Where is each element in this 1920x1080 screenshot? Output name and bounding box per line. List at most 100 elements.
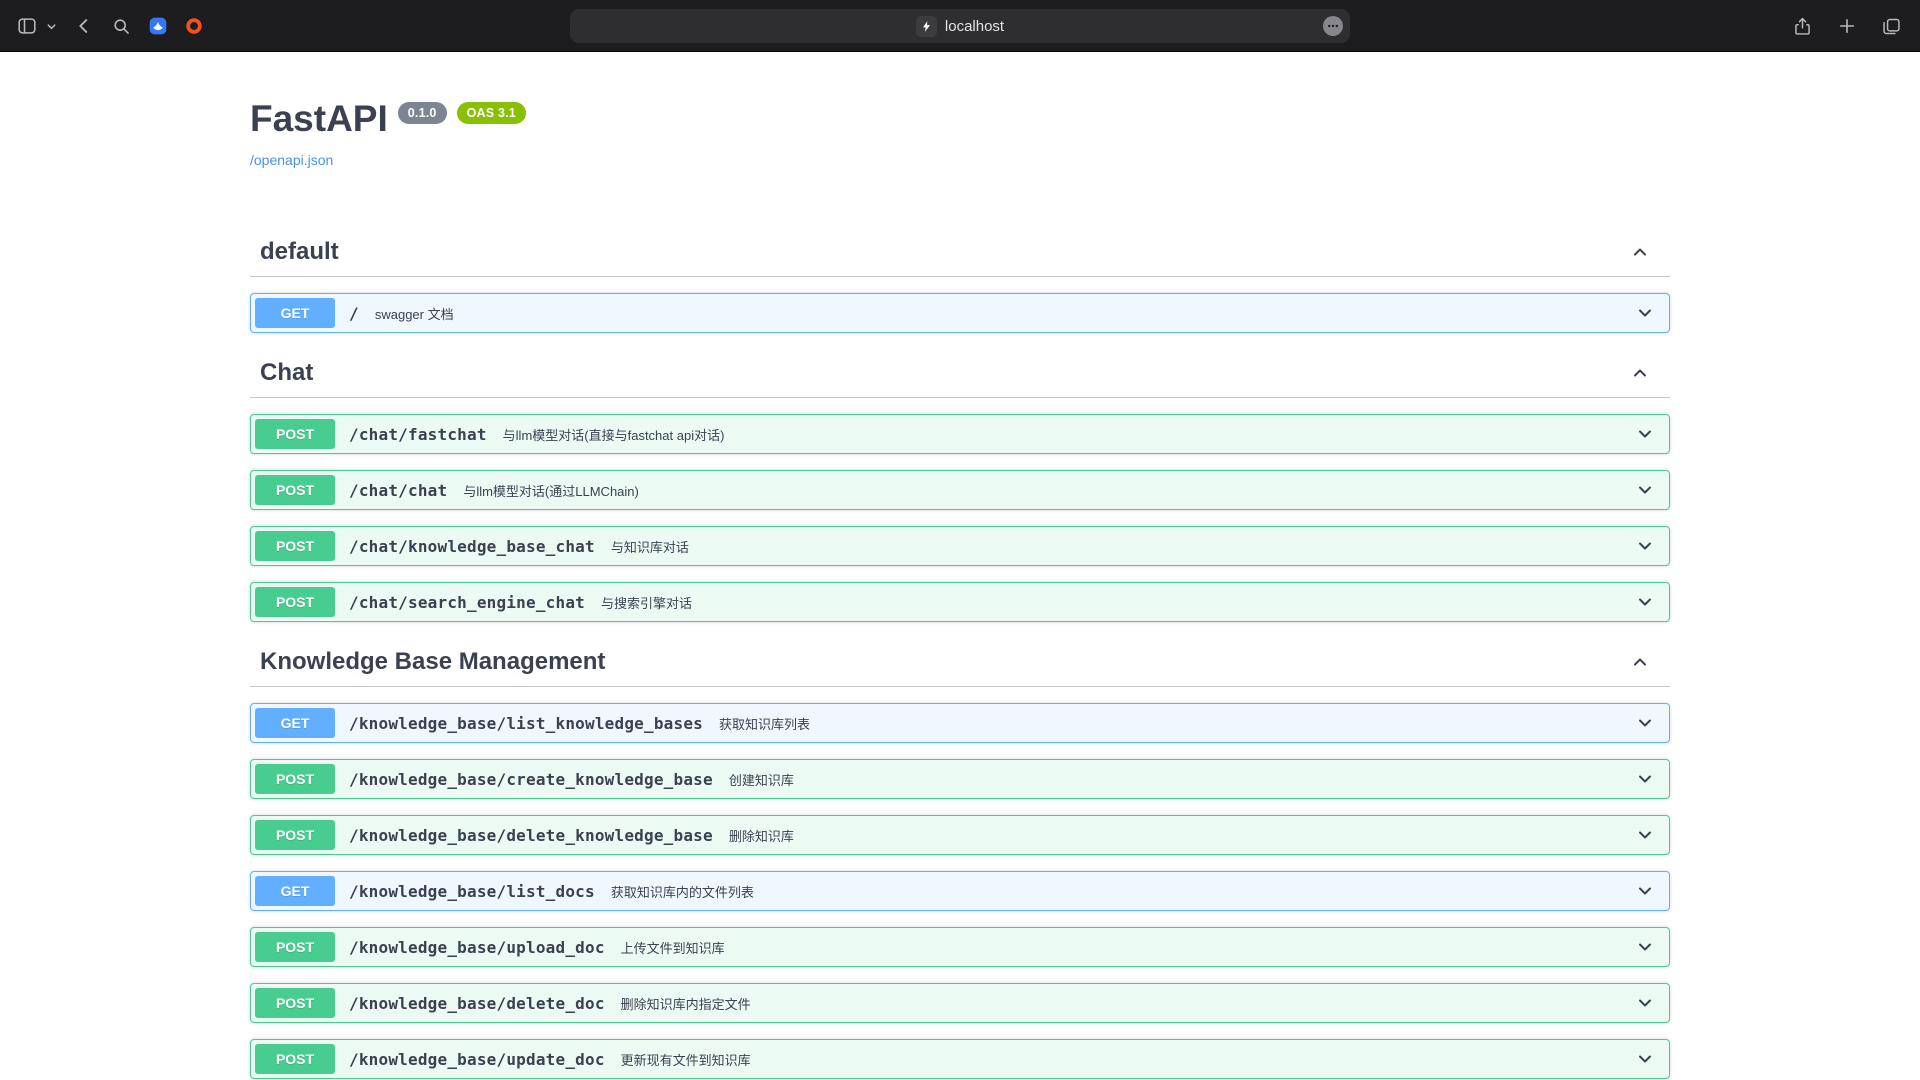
- expand-operation-button[interactable]: [1625, 881, 1665, 901]
- toolbar-right-group: [1792, 0, 1902, 52]
- section-title: Chat: [260, 359, 313, 387]
- operation-path: /: [349, 304, 359, 323]
- operation-summary: 创建知识库: [729, 770, 794, 789]
- chevron-up-icon: [1630, 363, 1650, 383]
- chevron-down-icon: [1635, 713, 1655, 733]
- url-bar[interactable]: localhost: [570, 9, 1350, 43]
- operation-row[interactable]: POST/chat/search_engine_chat与搜索引擎对话: [250, 582, 1670, 622]
- operation-path: /chat/knowledge_base_chat: [349, 537, 595, 556]
- chevron-up-icon: [1630, 652, 1650, 672]
- page-menu-ellipsis-icon[interactable]: [1323, 16, 1343, 36]
- share-icon[interactable]: [1792, 16, 1813, 37]
- section-header[interactable]: default: [250, 228, 1670, 277]
- collapse-section-button[interactable]: [1630, 652, 1650, 672]
- api-sections: default GET / swagger 文档 Chat POST/chat/fastc…: [250, 228, 1670, 1080]
- operation-path: /knowledge_base/delete_knowledge_base: [349, 826, 713, 845]
- operation-path: /chat/fastchat: [349, 425, 487, 444]
- expand-operation-button[interactable]: [1625, 937, 1665, 957]
- sidebar-icon[interactable]: [16, 15, 38, 37]
- site-favicon: [916, 16, 937, 37]
- chevron-down-icon: [1635, 303, 1655, 323]
- operation-row[interactable]: POST/chat/chat与llm模型对话(通过LLMChain): [250, 470, 1670, 510]
- operation-summary: 获取知识库内的文件列表: [611, 882, 754, 901]
- method-badge: POST: [255, 475, 335, 505]
- extension-orange-icon[interactable]: [184, 16, 204, 36]
- operation-row[interactable]: POST/knowledge_base/delete_knowledge_bas…: [250, 815, 1670, 855]
- collapse-section-button[interactable]: [1630, 363, 1650, 383]
- expand-operation-button[interactable]: [1625, 825, 1665, 845]
- oas-badge: OAS 3.1: [457, 102, 526, 124]
- search-icon[interactable]: [111, 16, 132, 37]
- operation-row[interactable]: POST/chat/fastchat 与llm模型对话(直接与fastchat a…: [250, 414, 1670, 454]
- section-title: default: [260, 238, 339, 266]
- expand-operation-button[interactable]: [1625, 1049, 1665, 1069]
- section-header[interactable]: Knowledge Base Management: [250, 638, 1670, 687]
- tab-overview-icon[interactable]: [1881, 16, 1902, 37]
- method-badge: POST: [255, 419, 335, 449]
- operation-path: /knowledge_base/upload_doc: [349, 938, 605, 957]
- operation-summary: 更新现有文件到知识库: [621, 1050, 751, 1069]
- operation-summary: 与llm模型对话(直接与fastchat api对话): [503, 425, 725, 444]
- new-tab-icon[interactable]: [1837, 16, 1857, 36]
- operation-row[interactable]: POST/chat/knowledge_base_chat与知识库对话: [250, 526, 1670, 566]
- chevron-down-icon: [1635, 769, 1655, 789]
- openapi-spec-link[interactable]: /openapi.json: [250, 152, 333, 168]
- chevron-down-icon: [1635, 536, 1655, 556]
- operation-row[interactable]: GET/knowledge_base/list_knowledge_bases 获…: [250, 703, 1670, 743]
- operation-row[interactable]: POST/knowledge_base/delete_doc 删除知识库内指定文件: [250, 983, 1670, 1023]
- operation-summary: 删除知识库内指定文件: [621, 994, 751, 1013]
- method-badge: POST: [255, 820, 335, 850]
- chevron-up-icon: [1630, 242, 1650, 262]
- operation-path: /knowledge_base/create_knowledge_base: [349, 770, 713, 789]
- method-badge: GET: [255, 708, 335, 738]
- url-center: localhost: [916, 16, 1004, 37]
- expand-operation-button[interactable]: [1625, 769, 1665, 789]
- chevron-down-icon: [1635, 881, 1655, 901]
- url-text: localhost: [945, 18, 1004, 35]
- extension-blue-icon[interactable]: [148, 16, 168, 36]
- operation-row[interactable]: POST/knowledge_base/create_knowledge_bas…: [250, 759, 1670, 799]
- method-badge: POST: [255, 1044, 335, 1074]
- expand-operation-button[interactable]: [1625, 993, 1665, 1013]
- toolbar-left-group: [16, 0, 204, 52]
- operation-path: /knowledge_base/delete_doc: [349, 994, 605, 1013]
- operation-summary: 获取知识库列表: [719, 714, 810, 733]
- chevron-down-icon[interactable]: [46, 21, 57, 32]
- section-header[interactable]: Chat: [250, 349, 1670, 398]
- collapse-section-button[interactable]: [1630, 242, 1650, 262]
- operation-summary: swagger 文档: [375, 304, 454, 323]
- api-section: Knowledge Base Management GET/knowledge_b…: [250, 638, 1670, 1080]
- method-badge: POST: [255, 587, 335, 617]
- operation-row[interactable]: POST/knowledge_base/upload_doc 上传文件到知识库: [250, 927, 1670, 967]
- operation-summary: 与搜索引擎对话: [601, 593, 692, 612]
- expand-operation-button[interactable]: [1625, 303, 1665, 323]
- operation-row[interactable]: GET / swagger 文档: [250, 293, 1670, 333]
- api-title-text: FastAPI: [250, 98, 388, 140]
- expand-operation-button[interactable]: [1625, 424, 1665, 444]
- chevron-down-icon: [1635, 993, 1655, 1013]
- expand-operation-button[interactable]: [1625, 536, 1665, 556]
- api-section: Chat POST/chat/fastchat 与llm模型对话(直接与fastch…: [250, 349, 1670, 622]
- chevron-down-icon: [1635, 424, 1655, 444]
- method-badge: GET: [255, 298, 335, 328]
- version-badge: 0.1.0: [398, 102, 447, 124]
- expand-operation-button[interactable]: [1625, 592, 1665, 612]
- chevron-down-icon: [1635, 937, 1655, 957]
- chevron-down-icon: [1635, 592, 1655, 612]
- expand-operation-button[interactable]: [1625, 480, 1665, 500]
- section-title: Knowledge Base Management: [260, 648, 605, 676]
- method-badge: POST: [255, 764, 335, 794]
- operation-path: /chat/chat: [349, 481, 447, 500]
- operation-summary: 与知识库对话: [611, 537, 689, 556]
- operation-row[interactable]: GET/knowledge_base/list_docs获取知识库内的文件列表: [250, 871, 1670, 911]
- expand-operation-button[interactable]: [1625, 713, 1665, 733]
- operation-path: /knowledge_base/list_knowledge_bases: [349, 714, 703, 733]
- operation-summary: 上传文件到知识库: [621, 938, 725, 957]
- method-badge: GET: [255, 876, 335, 906]
- back-icon[interactable]: [73, 15, 95, 37]
- browser-toolbar: localhost: [0, 0, 1920, 52]
- operation-summary: 删除知识库: [729, 826, 794, 845]
- method-badge: POST: [255, 988, 335, 1018]
- operation-row[interactable]: POST/knowledge_base/update_doc更新现有文件到知识库: [250, 1039, 1670, 1079]
- method-badge: POST: [255, 932, 335, 962]
